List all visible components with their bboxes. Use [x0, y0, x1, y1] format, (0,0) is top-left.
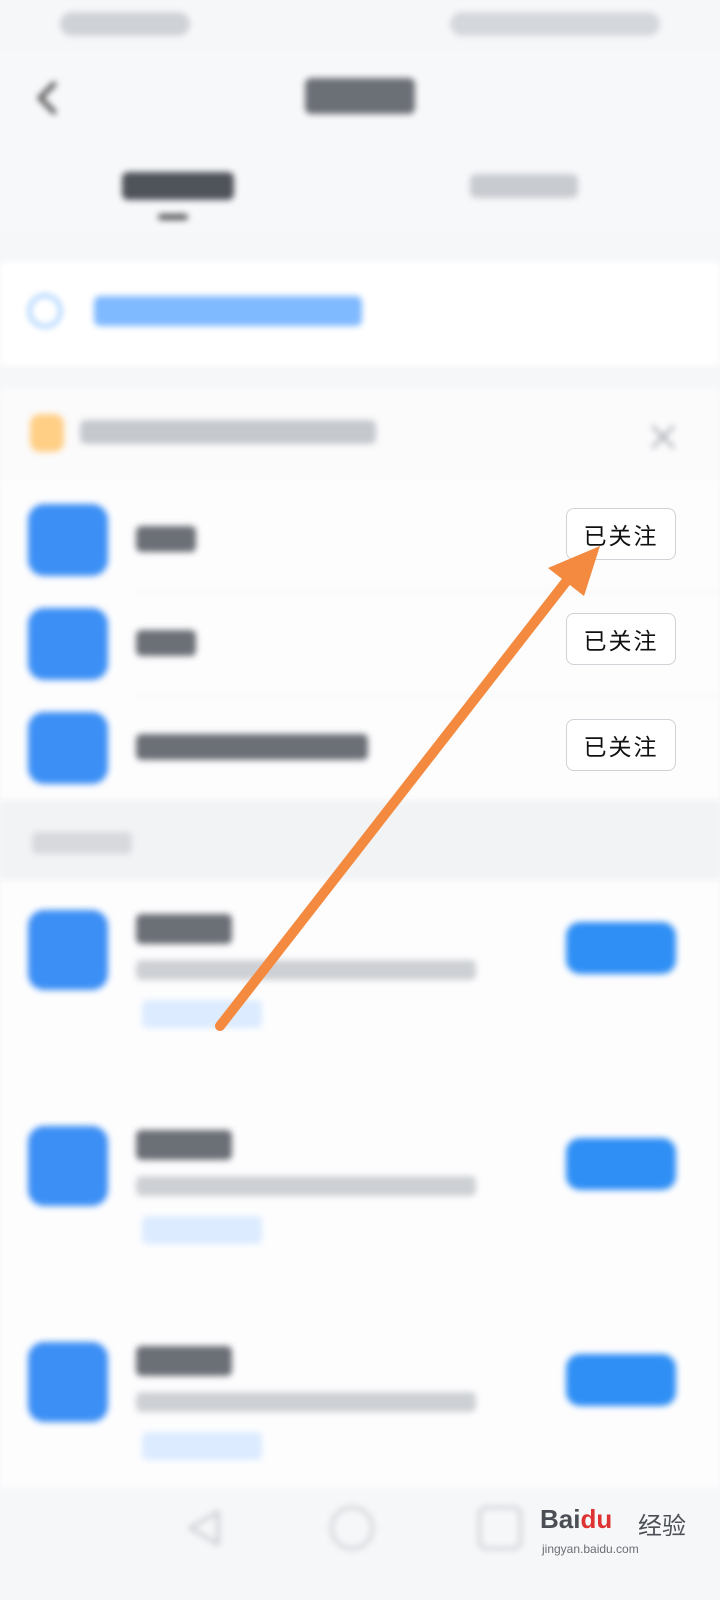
page-title [305, 78, 415, 114]
followed-button[interactable]: 已关注 [566, 508, 676, 560]
avatar [28, 1342, 108, 1422]
bulb-icon [30, 414, 64, 452]
contact-tag [142, 1432, 262, 1460]
tab-active[interactable] [122, 172, 234, 200]
watermark-cn: 经验 [638, 1512, 686, 1540]
followed-button[interactable]: 已关注 [566, 613, 676, 665]
status-battery-time [450, 12, 660, 36]
avatar [28, 608, 108, 680]
tab-inactive[interactable] [470, 174, 578, 198]
contact-tag [142, 1216, 262, 1244]
status-signal-info [60, 12, 190, 36]
contact-name [136, 630, 196, 656]
add-contact-icon [28, 294, 62, 328]
tip-text [80, 420, 376, 444]
list-item [0, 1096, 720, 1312]
contact-name [136, 1346, 232, 1376]
avatar [28, 910, 108, 990]
contact-name [136, 734, 368, 760]
avatar [28, 504, 108, 576]
chevron-left-icon[interactable] [28, 78, 68, 118]
contact-tag [142, 1000, 262, 1028]
watermark: Baidu 经验 jingyan.baidu.com [540, 1488, 712, 1568]
nav-recent-icon[interactable] [478, 1506, 522, 1550]
close-icon[interactable] [648, 422, 678, 452]
followed-button[interactable]: 已关注 [566, 719, 676, 771]
section-title [32, 832, 132, 854]
avatar [28, 1126, 108, 1206]
nav-home-icon[interactable] [330, 1506, 374, 1550]
follow-button[interactable] [566, 1138, 676, 1190]
list-item [0, 880, 720, 1096]
tab-bar [0, 148, 720, 232]
contact-name [136, 914, 232, 944]
tab-indicator [158, 214, 188, 220]
follow-button[interactable] [566, 1354, 676, 1406]
contact-description [136, 960, 476, 980]
follow-button[interactable] [566, 922, 676, 974]
nav-back-icon[interactable] [182, 1508, 226, 1548]
contact-name [136, 1130, 232, 1160]
watermark-url: jingyan.baidu.com [542, 1542, 639, 1556]
contact-description [136, 1176, 476, 1196]
recommended-list [0, 880, 720, 1520]
watermark-brand: Baidu [540, 1504, 613, 1534]
contact-name [136, 526, 196, 552]
avatar [28, 712, 108, 784]
add-contact-label [94, 296, 362, 326]
contact-description [136, 1392, 476, 1412]
